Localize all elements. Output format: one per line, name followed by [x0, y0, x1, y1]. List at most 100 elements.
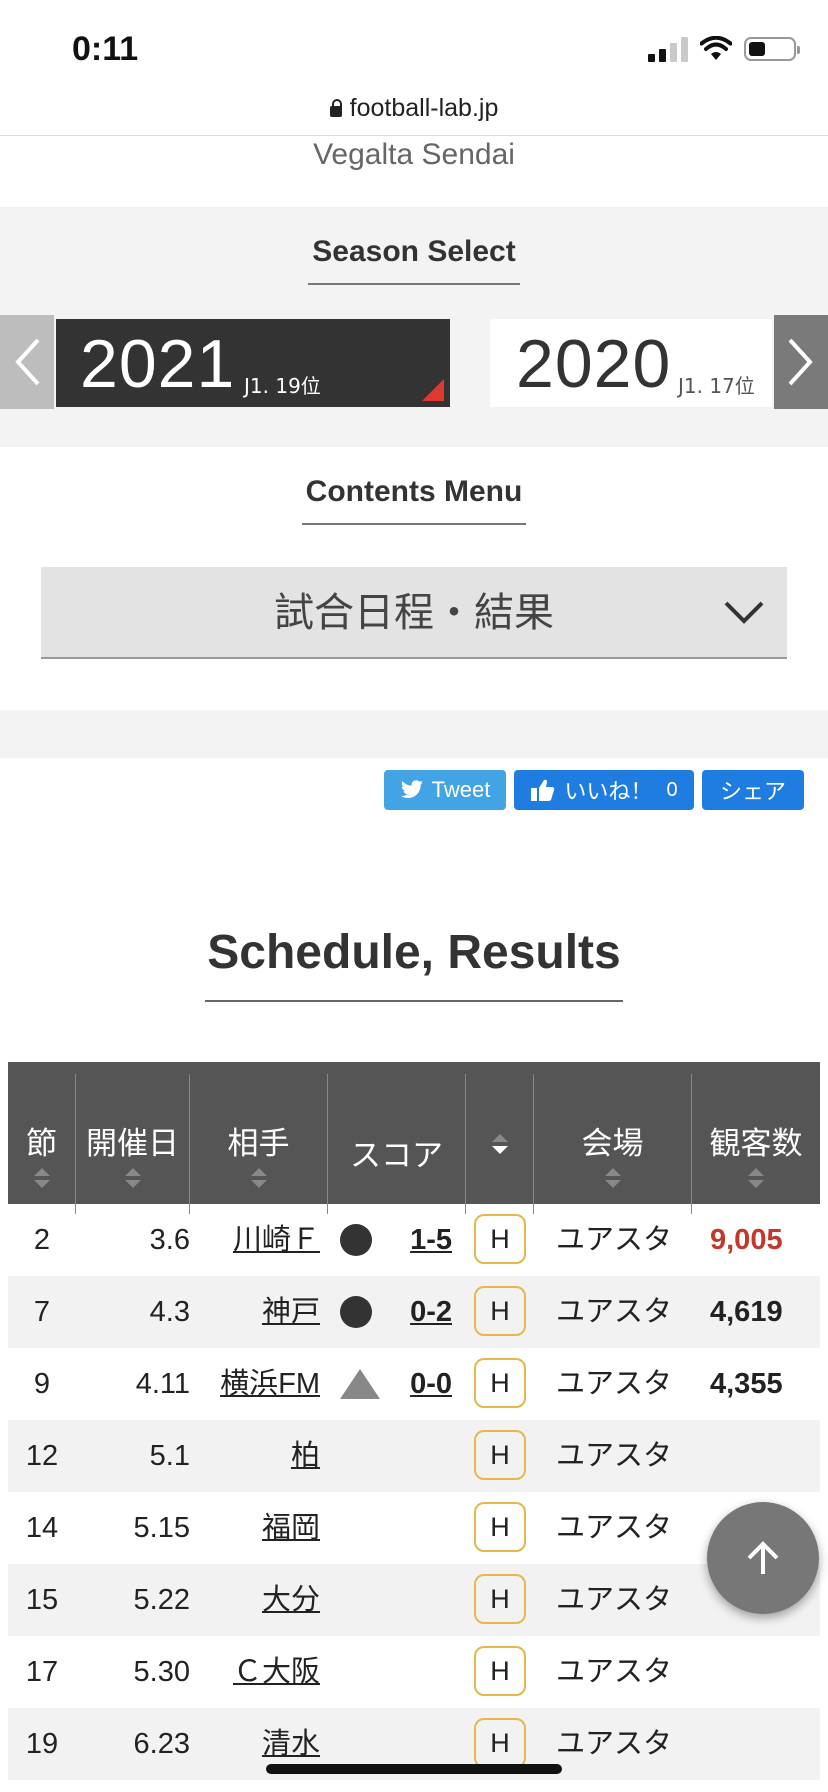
sort-icon	[124, 1168, 141, 1188]
cell-attendance	[710, 1420, 828, 1492]
column-header-attendance[interactable]: 観客数	[692, 1074, 820, 1214]
tweet-button[interactable]: Tweet	[384, 770, 506, 810]
table-row: 9 4.11 横浜FM 0-0 H ユアスタ 4,355	[8, 1348, 820, 1420]
divider-band	[0, 710, 828, 758]
cell-sec: 14	[25, 1512, 59, 1544]
score-link	[382, 1420, 452, 1492]
like-label: いいね！	[564, 779, 653, 804]
lock-icon	[329, 99, 342, 117]
table-row: 17 5.30 Ｃ大阪 H ユアスタ	[8, 1636, 820, 1708]
table-row: 12 5.1 柏 H ユアスタ	[8, 1420, 820, 1492]
cell-venue: ユアスタ	[556, 1368, 673, 1400]
wifi-icon	[700, 36, 732, 60]
score-link	[382, 1492, 452, 1564]
facebook-like-button[interactable]: いいね！ 0	[514, 770, 694, 810]
opponent-link[interactable]: 柏	[180, 1420, 320, 1492]
season-card-other[interactable]: 2020 J1. 17位	[490, 319, 772, 407]
like-count: 0	[666, 778, 678, 801]
twitter-bird-icon	[400, 780, 423, 798]
cell-sec: 2	[33, 1224, 51, 1256]
score-link[interactable]: 1-5	[382, 1204, 452, 1276]
cell-sec: 17	[25, 1656, 59, 1688]
season-year: 2020	[516, 326, 672, 402]
cell-date: 5.15	[133, 1512, 190, 1544]
facebook-share-button[interactable]: シェア	[702, 770, 804, 810]
column-header-score[interactable]: スコア	[328, 1074, 466, 1214]
cell-sec: 12	[25, 1440, 59, 1472]
column-header-venue[interactable]: 会場	[534, 1074, 692, 1214]
opponent-link[interactable]: 大分	[180, 1564, 320, 1636]
arrow-up-icon	[747, 1541, 779, 1574]
draw-marker-icon	[340, 1369, 380, 1399]
season-select-title: Season Select	[0, 235, 828, 285]
cell-attendance	[710, 1708, 828, 1780]
score-link[interactable]: 0-2	[382, 1276, 452, 1348]
result-mark	[340, 1492, 380, 1564]
url-text: football-lab.jp	[349, 94, 499, 122]
column-header-opponent[interactable]: 相手	[190, 1074, 328, 1214]
chevron-right-icon	[788, 338, 813, 386]
opponent-link[interactable]: 横浜FM	[180, 1348, 320, 1420]
season-next-button[interactable]	[774, 315, 828, 409]
share-label: シェア	[719, 779, 786, 804]
column-header-date[interactable]: 開催日	[76, 1074, 190, 1214]
thumbs-up-icon	[531, 779, 555, 801]
table-header: 節 開催日 相手 スコア 会場 観客数	[8, 1062, 820, 1214]
cellular-signal-icon	[648, 36, 688, 62]
cell-venue: ユアスタ	[556, 1440, 673, 1472]
season-card-current[interactable]: 2021 J1. 19位	[56, 319, 450, 407]
result-mark	[340, 1564, 380, 1636]
schedule-title: Schedule, Results	[0, 925, 828, 1002]
cell-venue: ユアスタ	[556, 1512, 673, 1544]
season-rank: J1. 19位	[244, 374, 321, 398]
cell-date: 5.1	[149, 1440, 190, 1472]
table-row: 15 5.22 大分 H ユアスタ	[8, 1564, 820, 1636]
battery-icon	[744, 37, 800, 61]
home-indicator[interactable]	[266, 1764, 562, 1774]
cell-date: 6.23	[133, 1728, 190, 1760]
opponent-link[interactable]: 神戸	[180, 1276, 320, 1348]
cell-attendance: 9,005	[710, 1224, 783, 1256]
result-mark	[340, 1420, 380, 1492]
cell-date: 4.3	[149, 1296, 190, 1328]
scroll-top-button[interactable]	[707, 1502, 819, 1614]
opponent-link[interactable]: 福岡	[180, 1492, 320, 1564]
sort-icon	[33, 1168, 50, 1188]
cell-venue: ユアスタ	[556, 1728, 673, 1760]
table-row: 2 3.6 川崎Ｆ 1-5 H ユアスタ 9,005	[8, 1204, 820, 1276]
sort-icon	[604, 1168, 621, 1188]
season-year: 2021	[80, 326, 236, 402]
opponent-link[interactable]: Ｃ大阪	[180, 1636, 320, 1708]
contents-menu-select[interactable]: 試合日程・結果	[41, 567, 787, 659]
table-row: 14 5.15 福岡 H ユアスタ	[8, 1492, 820, 1564]
opponent-link[interactable]: 川崎Ｆ	[180, 1204, 320, 1276]
result-mark	[340, 1348, 380, 1420]
cell-venue: ユアスタ	[556, 1584, 673, 1616]
chevron-left-icon	[15, 338, 40, 386]
url-bar[interactable]: football-lab.jp	[0, 80, 828, 136]
cell-sec: 9	[33, 1368, 51, 1400]
column-header-homeaway[interactable]	[466, 1074, 534, 1214]
score-link	[382, 1636, 452, 1708]
cell-sec: 7	[33, 1296, 51, 1328]
cell-venue: ユアスタ	[556, 1296, 673, 1328]
column-header-sec[interactable]: 節	[8, 1074, 76, 1214]
score-link[interactable]: 0-0	[382, 1348, 452, 1420]
loss-marker-icon	[340, 1296, 372, 1328]
result-mark	[340, 1636, 380, 1708]
chevron-down-icon	[724, 601, 764, 624]
table-row: 7 4.3 神戸 0-2 H ユアスタ 4,619	[8, 1276, 820, 1348]
season-rank: J1. 17位	[678, 374, 755, 398]
contents-menu-selected: 試合日程・結果	[274, 590, 554, 636]
result-mark	[340, 1204, 380, 1276]
home-away-badge: H	[474, 1204, 526, 1276]
tweet-label: Tweet	[431, 777, 491, 802]
home-away-badge: H	[474, 1636, 526, 1708]
sort-icon	[250, 1168, 267, 1188]
cell-attendance: 4,355	[710, 1368, 783, 1400]
cell-sec: 19	[25, 1728, 59, 1760]
status-icons	[648, 36, 800, 62]
status-time: 0:11	[72, 30, 139, 68]
season-prev-button[interactable]	[0, 315, 54, 409]
cell-attendance: 4,619	[710, 1296, 783, 1328]
